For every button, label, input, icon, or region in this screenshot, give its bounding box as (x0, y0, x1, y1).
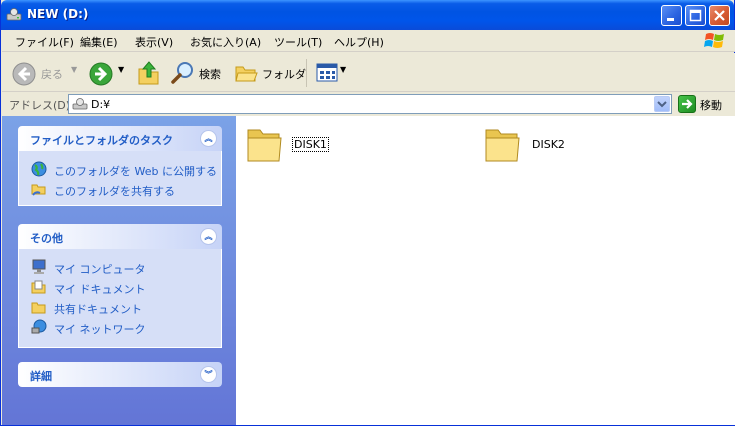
menu-view[interactable]: 表示(V) (135, 34, 173, 50)
menu-file[interactable]: ファイル(F) (15, 34, 74, 50)
window-title: NEW (D:) (27, 7, 89, 21)
place-my-computer[interactable]: マイ コンピュータ (19, 257, 221, 277)
place-label: 共有ドキュメント (54, 303, 142, 316)
views-icon[interactable] (316, 63, 340, 83)
place-my-documents[interactable]: マイ ドキュメント (19, 277, 221, 297)
up-folder-icon[interactable] (136, 59, 160, 87)
menu-help[interactable]: ヘルプ(H) (334, 34, 384, 50)
explorer-window: NEW (D:) ファイル(F) 編集(E) 表示(V) お気に入り(A) ツー… (0, 0, 735, 426)
chevron-down-icon (657, 101, 667, 108)
address-label: アドレス(D) (9, 99, 71, 112)
details-panel: 詳細 ︾ (18, 362, 222, 387)
task-pane: ファイルとフォルダのタスク ︽ このフォルダを Web に公開する このフォルダ… (2, 116, 236, 425)
task-share-folder[interactable]: このフォルダを共有する (19, 179, 221, 199)
search-icon[interactable] (170, 60, 196, 86)
other-places-panel: その他 ︽ マイ コンピュータ マイ ドキュメント 共有ドキュメント マイ ネッ… (18, 224, 222, 348)
file-tasks-header[interactable]: ファイルとフォルダのタスク ︽ (18, 126, 222, 151)
place-label: マイ ドキュメント (54, 283, 146, 296)
back-button-label[interactable]: 戻る (41, 66, 63, 82)
file-tasks-panel: ファイルとフォルダのタスク ︽ このフォルダを Web に公開する このフォルダ… (18, 126, 222, 206)
network-icon (31, 319, 47, 334)
menu-favorites[interactable]: お気に入り(A) (190, 34, 261, 50)
menu-edit[interactable]: 編集(E) (80, 34, 118, 50)
address-dropdown-button[interactable] (654, 96, 670, 112)
chevron-up-icon: ︽ (204, 232, 213, 241)
expand-details-button[interactable]: ︾ (200, 366, 217, 383)
other-places-header[interactable]: その他 ︽ (18, 224, 222, 249)
drive-icon (72, 98, 88, 110)
computer-icon (32, 259, 46, 274)
folder-name: DISK1 (292, 137, 329, 152)
place-my-network[interactable]: マイ ネットワーク (19, 317, 221, 337)
go-button-label[interactable]: 移動 (700, 97, 722, 113)
maximize-button[interactable] (685, 5, 706, 26)
forward-arrow-icon[interactable] (89, 62, 113, 86)
close-button[interactable] (709, 5, 730, 26)
folders-button-label[interactable]: フォルダ (262, 66, 306, 82)
toolbar: 戻る ▼ ▼ 検索 フォルダ ▼ (2, 53, 735, 92)
chevron-down-icon: ︾ (204, 370, 213, 379)
folder-name: DISK2 (532, 138, 565, 151)
details-header[interactable]: 詳細 ︾ (18, 362, 222, 387)
menu-tools[interactable]: ツール(T) (274, 34, 322, 50)
other-places-title: その他 (30, 232, 63, 245)
place-label: マイ コンピュータ (54, 263, 146, 276)
file-list[interactable]: DISK1 DISK2 (236, 116, 735, 425)
search-button-label[interactable]: 検索 (199, 66, 221, 82)
other-places-body: マイ コンピュータ マイ ドキュメント 共有ドキュメント マイ ネットワーク (18, 249, 222, 348)
file-tasks-body: このフォルダを Web に公開する このフォルダを共有する (18, 151, 222, 206)
go-button[interactable] (678, 95, 696, 113)
task-label: このフォルダを Web に公開する (54, 165, 217, 178)
minimize-button[interactable] (661, 5, 682, 26)
details-title: 詳細 (30, 370, 52, 383)
place-label: マイ ネットワーク (54, 323, 146, 336)
close-icon (714, 10, 725, 21)
folder-icon (247, 129, 282, 162)
task-publish-web[interactable]: このフォルダを Web に公開する (19, 159, 221, 179)
folder-icon (31, 302, 46, 314)
collapse-file-tasks-button[interactable]: ︽ (200, 130, 217, 147)
toolbar-separator (306, 59, 307, 87)
chevron-up-icon: ︽ (204, 134, 213, 143)
address-input[interactable]: D:¥ (68, 94, 672, 114)
go-arrow-icon (682, 99, 693, 109)
documents-folder-icon (31, 280, 46, 294)
maximize-icon (689, 9, 702, 22)
forward-dropdown-icon[interactable]: ▼ (118, 65, 124, 74)
file-tasks-title: ファイルとフォルダのタスク (30, 134, 173, 147)
globe-icon (31, 161, 47, 177)
drive-icon (6, 8, 22, 21)
address-value: D:¥ (91, 98, 111, 111)
windows-logo-icon (704, 33, 724, 48)
folder-icon (485, 129, 520, 162)
menu-bar: ファイル(F) 編集(E) 表示(V) お気に入り(A) ツール(T) ヘルプ(… (2, 30, 735, 52)
back-dropdown-icon[interactable]: ▼ (71, 65, 77, 74)
collapse-other-places-button[interactable]: ︽ (200, 228, 217, 245)
title-bar[interactable]: NEW (D:) (1, 0, 734, 30)
folders-icon[interactable] (234, 62, 258, 84)
minimize-icon (667, 18, 674, 21)
task-label: このフォルダを共有する (54, 185, 175, 198)
views-dropdown-icon[interactable]: ▼ (340, 65, 346, 74)
place-shared-documents[interactable]: 共有ドキュメント (19, 297, 221, 317)
address-bar: アドレス(D) D:¥ 移動 (2, 92, 735, 116)
back-arrow-icon[interactable] (12, 62, 36, 86)
shared-folder-icon (31, 184, 46, 196)
